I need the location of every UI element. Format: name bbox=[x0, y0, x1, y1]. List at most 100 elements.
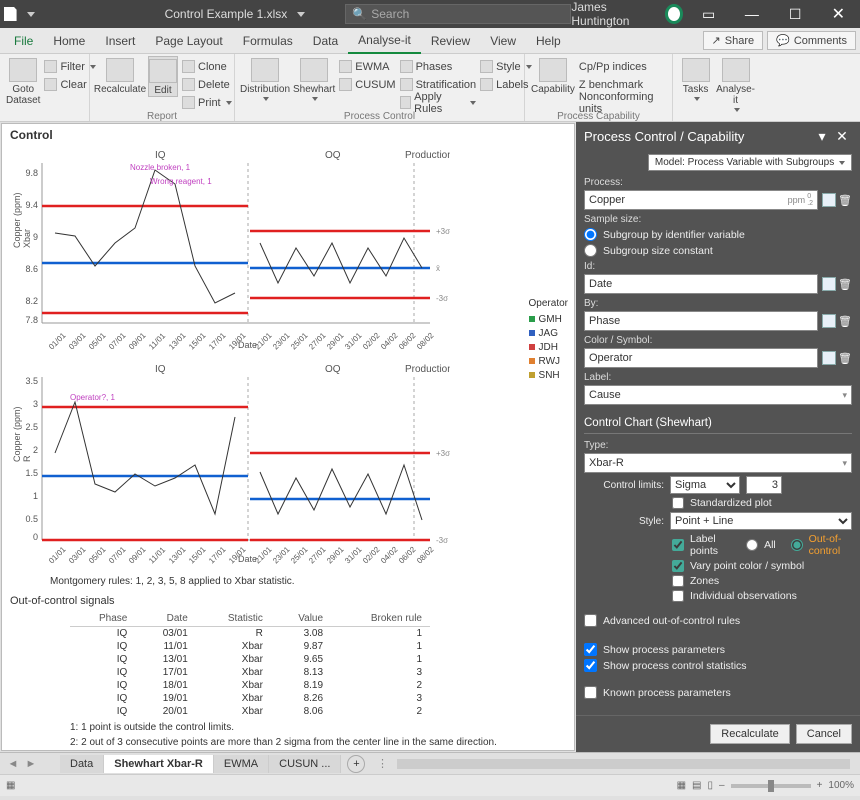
panel-close-icon[interactable]: ✕ bbox=[832, 128, 852, 145]
tab-review[interactable]: Review bbox=[421, 29, 480, 53]
tab-formulas[interactable]: Formulas bbox=[233, 29, 303, 53]
print-button[interactable]: Print bbox=[182, 94, 232, 111]
title-dropdown-icon[interactable] bbox=[297, 12, 305, 17]
variable-icon[interactable] bbox=[822, 277, 836, 291]
zoom-out-button[interactable]: – bbox=[719, 780, 725, 791]
view-break-icon[interactable]: ▯ bbox=[708, 780, 714, 791]
goto-dataset-button[interactable]: Goto Dataset bbox=[6, 56, 40, 106]
delete-field-icon[interactable]: 🗑 bbox=[838, 315, 852, 328]
by-field[interactable]: Phase bbox=[584, 311, 818, 331]
known-params-checkbox[interactable] bbox=[584, 686, 597, 699]
sheet-tab-ewma[interactable]: EWMA bbox=[214, 755, 269, 773]
style-field[interactable]: Point + Line bbox=[670, 512, 852, 530]
filter-button[interactable]: Filter bbox=[44, 58, 95, 75]
r-chart[interactable]: IQ OQ Production 3.5 3 2.5 2 1.5 1 0.5 0 bbox=[10, 362, 566, 572]
tab-data[interactable]: Data bbox=[303, 29, 348, 53]
zoom-in-button[interactable]: + bbox=[817, 780, 823, 791]
phases-button[interactable]: Phases bbox=[400, 58, 477, 75]
tab-page-layout[interactable]: Page Layout bbox=[145, 29, 232, 53]
zones-checkbox[interactable] bbox=[672, 575, 684, 587]
tab-insert[interactable]: Insert bbox=[95, 29, 145, 53]
standardized-plot-checkbox[interactable] bbox=[672, 497, 684, 509]
capability-button[interactable]: Capability bbox=[531, 56, 575, 95]
share-button[interactable]: ↗Share bbox=[703, 31, 764, 50]
ewma-button[interactable]: EWMA bbox=[339, 58, 395, 75]
clone-button[interactable]: Clone bbox=[182, 58, 232, 75]
edit-button[interactable]: Edit bbox=[148, 56, 178, 97]
sheet-nav-prev[interactable]: ◄ bbox=[4, 758, 22, 770]
recalculate-button[interactable]: Recalculate bbox=[710, 724, 789, 744]
clear-button[interactable]: Clear bbox=[44, 76, 95, 93]
cancel-button[interactable]: Cancel bbox=[796, 724, 852, 744]
apply-rules-button[interactable]: Apply Rules bbox=[400, 94, 477, 111]
account-avatar-icon[interactable] bbox=[665, 4, 683, 24]
id-field[interactable]: Date bbox=[584, 274, 818, 294]
radio-constant[interactable] bbox=[584, 244, 597, 257]
delete-button[interactable]: Delete bbox=[182, 76, 232, 93]
tasks-button[interactable]: Tasks bbox=[679, 56, 712, 101]
search-input[interactable]: 🔍 Search bbox=[345, 4, 571, 24]
save-icon[interactable] bbox=[4, 7, 17, 21]
delete-field-icon[interactable]: 🗑 bbox=[838, 352, 852, 365]
cusum-button[interactable]: CUSUM bbox=[339, 76, 395, 93]
add-sheet-button[interactable]: + bbox=[347, 755, 365, 773]
process-field[interactable]: Copperppm 0.2 bbox=[584, 190, 818, 210]
tab-view[interactable]: View bbox=[480, 29, 526, 53]
panel-dropdown-icon[interactable]: ▾ bbox=[812, 128, 832, 145]
horizontal-scrollbar[interactable] bbox=[397, 759, 850, 769]
model-dropdown[interactable]: Model: Process Variable with Subgroups bbox=[648, 154, 852, 171]
show-process-params-checkbox[interactable] bbox=[584, 643, 597, 656]
comments-button[interactable]: 💬Comments bbox=[767, 31, 856, 50]
type-field[interactable]: Xbar-R▾ bbox=[584, 453, 852, 473]
control-limits-method[interactable]: Sigma bbox=[670, 476, 740, 494]
maximize-button[interactable]: ☐ bbox=[777, 0, 812, 28]
label-points-checkbox[interactable] bbox=[672, 539, 684, 551]
svg-text:IQ: IQ bbox=[155, 150, 166, 161]
delete-field-icon[interactable]: 🗑 bbox=[838, 278, 852, 291]
view-normal-icon[interactable]: ▦ bbox=[677, 780, 686, 791]
variable-icon[interactable] bbox=[822, 314, 836, 328]
account-username[interactable]: James Huntington bbox=[571, 0, 656, 28]
distribution-button[interactable]: Distribution bbox=[241, 56, 289, 101]
variable-icon[interactable] bbox=[822, 193, 836, 207]
delete-icon bbox=[182, 78, 195, 91]
tab-home[interactable]: Home bbox=[43, 29, 95, 53]
svg-text:08/02: 08/02 bbox=[415, 545, 436, 566]
style-button[interactable]: Style bbox=[480, 58, 531, 75]
control-limits-value[interactable] bbox=[746, 476, 782, 494]
individual-obs-checkbox[interactable] bbox=[672, 590, 684, 602]
label-field[interactable]: Cause▾ bbox=[584, 385, 852, 405]
label-all-radio[interactable] bbox=[746, 539, 758, 551]
shewhart-button[interactable]: Shewhart bbox=[293, 56, 335, 101]
sheet-tab-data[interactable]: Data bbox=[60, 755, 104, 773]
svg-text:Date: Date bbox=[238, 340, 257, 350]
xbar-chart[interactable]: IQ OQ Production 9.8 9.4 9 8.6 8.2 7.8 bbox=[10, 148, 566, 358]
close-button[interactable]: ✕ bbox=[821, 0, 856, 28]
sheet-tab-cusum[interactable]: CUSUN ... bbox=[269, 755, 341, 773]
analyse-it-button[interactable]: Analyse-it bbox=[716, 56, 755, 112]
sheet-tab-shewhart[interactable]: Shewhart Xbar-R bbox=[104, 755, 214, 773]
color-field[interactable]: Operator bbox=[584, 348, 818, 368]
quick-access-caret-icon[interactable] bbox=[27, 12, 35, 17]
delete-field-icon[interactable]: 🗑 bbox=[838, 194, 852, 207]
tab-file[interactable]: File bbox=[4, 29, 43, 53]
advanced-rules-checkbox[interactable] bbox=[584, 614, 597, 627]
view-layout-icon[interactable]: ▤ bbox=[692, 780, 701, 791]
ribbon-display-icon[interactable]: ▭ bbox=[691, 0, 726, 28]
vary-color-checkbox[interactable] bbox=[672, 560, 684, 572]
label-ooc-radio[interactable] bbox=[791, 539, 803, 551]
variable-icon[interactable] bbox=[822, 351, 836, 365]
recalculate-button[interactable]: Recalculate bbox=[96, 56, 144, 95]
sheet-nav-next[interactable]: ► bbox=[22, 758, 40, 770]
cppp-button[interactable]: Cp/Pp indices bbox=[579, 58, 666, 75]
zoom-level[interactable]: 100% bbox=[828, 780, 854, 791]
minimize-button[interactable]: — bbox=[734, 0, 769, 28]
radio-identifier[interactable] bbox=[584, 228, 597, 241]
tab-help[interactable]: Help bbox=[526, 29, 571, 53]
show-control-stats-checkbox[interactable] bbox=[584, 659, 597, 672]
svg-text:09/01: 09/01 bbox=[127, 331, 148, 352]
tab-analyse-it[interactable]: Analyse-it bbox=[348, 28, 421, 54]
zoom-slider[interactable] bbox=[731, 784, 811, 788]
nonconforming-button[interactable]: Nonconforming units bbox=[579, 94, 666, 111]
labels-button[interactable]: Labels bbox=[480, 76, 531, 93]
